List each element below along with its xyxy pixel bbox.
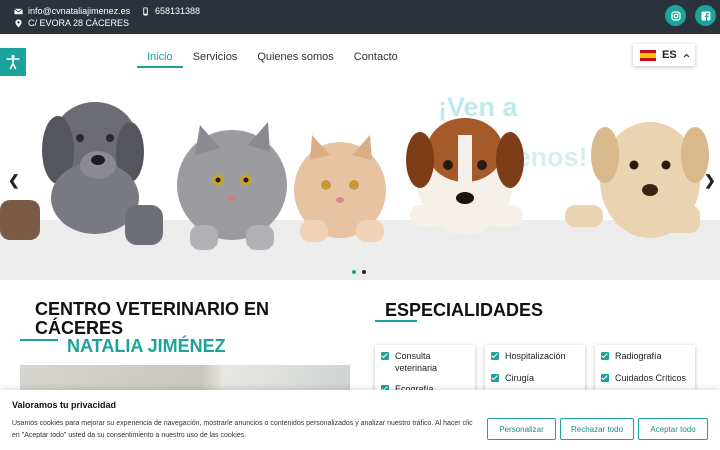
slide-dot-1[interactable] — [352, 270, 356, 274]
nav-item-contacto[interactable]: Contacto — [344, 50, 408, 68]
reject-all-button[interactable]: Rechazar todo — [560, 418, 634, 440]
accent-divider — [20, 339, 58, 341]
specialty-label: Consulta veterinaria — [395, 351, 438, 373]
specialty-item: Cuidados Críticos — [601, 372, 695, 384]
slider-dots — [352, 270, 366, 274]
cookie-banner: Valoramos tu privacidad Usamos cookies p… — [0, 390, 720, 450]
phone-icon — [143, 6, 148, 16]
facebook-icon — [701, 11, 710, 20]
mail-icon — [14, 7, 23, 14]
specialties-divider — [375, 320, 417, 322]
specialties-title: ESPECIALIDADES — [385, 300, 544, 320]
slide-dot-2[interactable] — [362, 270, 366, 274]
spain-flag-icon — [640, 49, 656, 61]
cookie-text: Usamos cookies para mejorar su experienc… — [12, 420, 473, 439]
main-nav: Inicio Servicios Quienes somos Contacto — [137, 50, 408, 68]
map-pin-icon — [15, 18, 22, 28]
specialty-label: Cirugía — [505, 373, 535, 383]
specialty-label: Cuidados Críticos — [615, 373, 687, 383]
phone-contact[interactable]: 658131388 — [141, 6, 200, 16]
address-text: C/ EVORA 28 CÁCERES — [28, 18, 130, 28]
about-subtitle: NATALIA JIMÉNEZ — [67, 336, 226, 356]
checkbox-icon — [381, 352, 389, 360]
checkbox-icon — [491, 352, 499, 360]
specialty-label: Hospitalización — [505, 351, 566, 361]
email-contact[interactable]: info@cvnataliajimenez.es — [14, 6, 130, 16]
accessibility-button[interactable] — [0, 48, 26, 76]
checkbox-icon — [601, 374, 609, 382]
cookie-title: Valoramos tu privacidad — [12, 400, 117, 410]
pets-illustration — [0, 102, 709, 250]
instagram-icon — [670, 10, 681, 21]
chevron-up-icon — [683, 53, 690, 57]
next-slide-arrow[interactable]: ❯ — [704, 172, 716, 189]
language-selector[interactable]: ES — [633, 44, 695, 66]
nav-item-inicio[interactable]: Inicio — [137, 50, 183, 68]
nav-item-quienes-somos[interactable]: Quienes somos — [247, 50, 343, 68]
top-bar: info@cvnataliajimenez.es 658131388 C/ EV… — [0, 0, 720, 34]
phone-text[interactable]: 658131388 — [155, 6, 200, 16]
hero-slider: ¡Ven a conócenos! — [0, 80, 720, 280]
checkbox-icon — [491, 374, 499, 382]
grey-kitten-image — [177, 122, 287, 250]
specialty-item: Radiografía — [601, 350, 691, 362]
specialty-item: Cirugía — [491, 372, 581, 384]
specialty-label: Radiografía — [615, 351, 662, 361]
specialty-item: Consulta veterinaria — [381, 350, 471, 374]
instagram-button[interactable] — [665, 5, 686, 26]
facebook-button[interactable] — [695, 5, 716, 26]
address: C/ EVORA 28 CÁCERES — [14, 18, 129, 28]
checkbox-icon — [601, 352, 609, 360]
accessibility-icon — [6, 54, 20, 70]
beagle-puppy-image — [406, 118, 524, 235]
labrador-puppy-image — [565, 122, 709, 238]
grey-dog-image — [0, 102, 163, 245]
specialty-item: Hospitalización — [491, 350, 581, 362]
customize-button[interactable]: Personalizar — [487, 418, 556, 440]
about-title: CENTRO VETERINARIO EN CÁCERES — [35, 299, 270, 338]
ginger-kitten-image — [294, 135, 386, 242]
email-text[interactable]: info@cvnataliajimenez.es — [28, 6, 130, 16]
nav-item-servicios[interactable]: Servicios — [183, 50, 248, 68]
language-code: ES — [662, 49, 677, 61]
accept-all-button[interactable]: Aceptar todo — [638, 418, 708, 440]
prev-slide-arrow[interactable]: ❮ — [8, 172, 20, 189]
